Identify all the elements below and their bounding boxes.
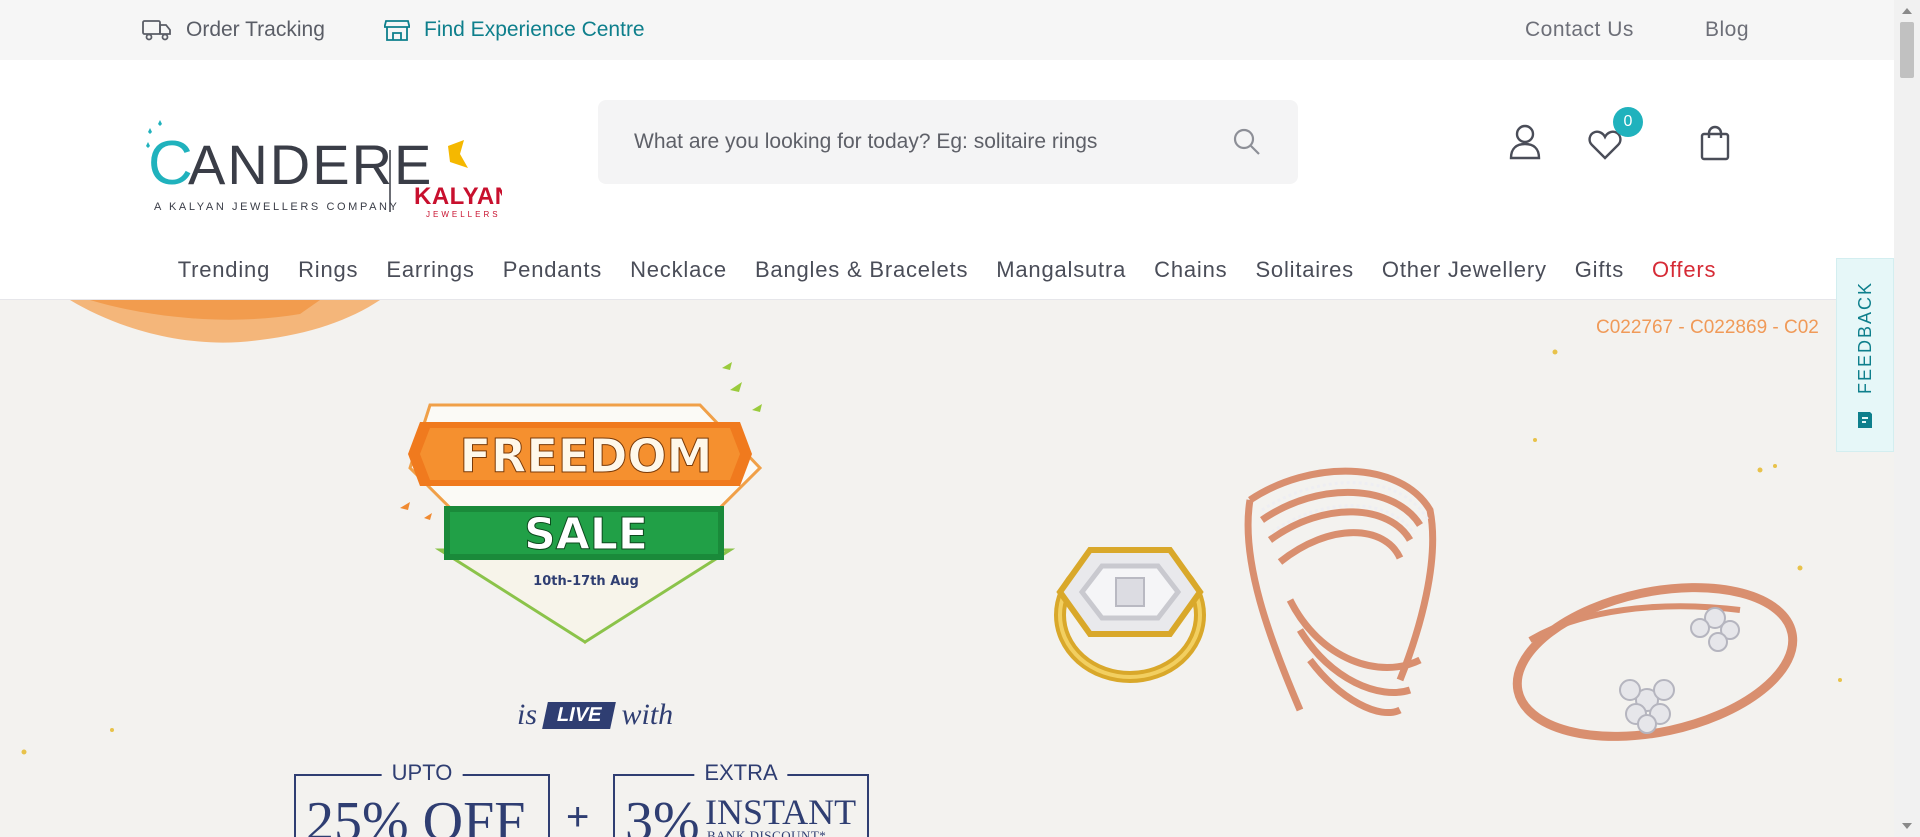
feedback-label: FEEDBACK (1854, 281, 1875, 395)
store-icon (384, 20, 410, 41)
nav-item-other-jewellery[interactable]: Other Jewellery (1368, 257, 1561, 283)
product-codes: C022767 - C022869 - C02 (1596, 317, 1819, 338)
nav-item-trending[interactable]: Trending (164, 257, 284, 283)
find-experience-centre-link[interactable]: Find Experience Centre (384, 0, 645, 60)
nav-item-pendants[interactable]: Pendants (489, 257, 616, 283)
svg-text:C: C (148, 129, 193, 198)
hero-artwork: FREEDOM SALE 10th-17th Aug (21, 300, 1842, 755)
live-badge: LIVE (542, 701, 617, 729)
order-tracking-label: Order Tracking (186, 18, 325, 41)
offer1-label: UPTO (381, 760, 463, 786)
search-icon[interactable] (1232, 127, 1262, 157)
search-input[interactable] (634, 130, 1232, 154)
truck-icon (142, 20, 171, 41)
nav-item-gifts[interactable]: Gifts (1561, 257, 1638, 283)
wishlist-count-badge: 0 (1613, 107, 1643, 137)
nav-item-earrings[interactable]: Earrings (372, 257, 488, 283)
nav-item-offers[interactable]: Offers (1638, 257, 1730, 283)
site-header: C ANDERE A KALYAN JEWELLERS COMPANY KALY… (0, 60, 1894, 300)
nav-item-mangalsutra[interactable]: Mangalsutra (982, 257, 1140, 283)
search-bar[interactable] (598, 100, 1298, 184)
svg-text:KALYAN: KALYAN (414, 183, 502, 210)
offer-extra-3-percent: EXTRA 3% INSTANT BANK DISCOUNT* (613, 760, 869, 837)
blog-link[interactable]: Blog (1705, 0, 1749, 60)
scroll-down-arrow-icon[interactable] (1902, 823, 1912, 829)
is-text: is (517, 698, 538, 731)
page: Order Tracking Find Experience Centre Co… (0, 0, 1920, 837)
offer2-label: EXTRA (694, 760, 788, 786)
with-text: with (621, 698, 674, 731)
scrollbar-thumb[interactable] (1900, 22, 1914, 78)
offer2-sub: BANK DISCOUNT* (707, 828, 827, 837)
contact-us-link[interactable]: Contact Us (1525, 0, 1634, 60)
user-account-icon[interactable] (1508, 123, 1542, 161)
top-utility-bar: Order Tracking Find Experience Centre Co… (0, 0, 1894, 60)
candere-kalyan-logo[interactable]: C ANDERE A KALYAN JEWELLERS COMPANY KALY… (142, 102, 502, 237)
scroll-up-arrow-icon[interactable] (1902, 8, 1912, 14)
nav-item-bangles-bracelets[interactable]: Bangles & Bracelets (741, 257, 982, 283)
offer-plus: + (566, 795, 590, 837)
logo-brand-text: ANDERE (188, 133, 433, 196)
page-scrollbar[interactable] (1894, 0, 1920, 837)
find-experience-centre-label: Find Experience Centre (424, 18, 645, 41)
order-tracking-link[interactable]: Order Tracking (142, 0, 325, 60)
feedback-tab[interactable]: FEEDBACK (1836, 258, 1894, 452)
nav-item-chains[interactable]: Chains (1140, 257, 1241, 283)
svg-text:JEWELLERS: JEWELLERS (426, 210, 501, 219)
feedback-icon (1858, 411, 1872, 428)
offer2-title: INSTANT (705, 792, 857, 832)
nav-item-rings[interactable]: Rings (284, 257, 372, 283)
shopping-bag-icon[interactable] (1700, 124, 1730, 162)
offer2-value: 3% (625, 791, 700, 837)
is-live-with-tagline: is LIVE with (517, 698, 673, 732)
svg-text:10th-17th Aug: 10th-17th Aug (533, 574, 639, 589)
svg-text:SALE: SALE (524, 509, 648, 560)
hero-banner[interactable]: FREEDOM SALE 10th-17th Aug C022767 - C02… (0, 300, 1894, 837)
offer-upto-25-off: UPTO 25% OFF (294, 760, 550, 837)
nav-item-solitaires[interactable]: Solitaires (1241, 257, 1367, 283)
main-category-nav: Trending Rings Earrings Pendants Necklac… (0, 240, 1894, 300)
svg-text:A KALYAN JEWELLERS COMPANY: A KALYAN JEWELLERS COMPANY (154, 201, 400, 213)
offer1-value: 25% OFF (306, 791, 526, 837)
nav-item-necklace[interactable]: Necklace (616, 257, 741, 283)
svg-text:FREEDOM: FREEDOM (460, 429, 713, 483)
